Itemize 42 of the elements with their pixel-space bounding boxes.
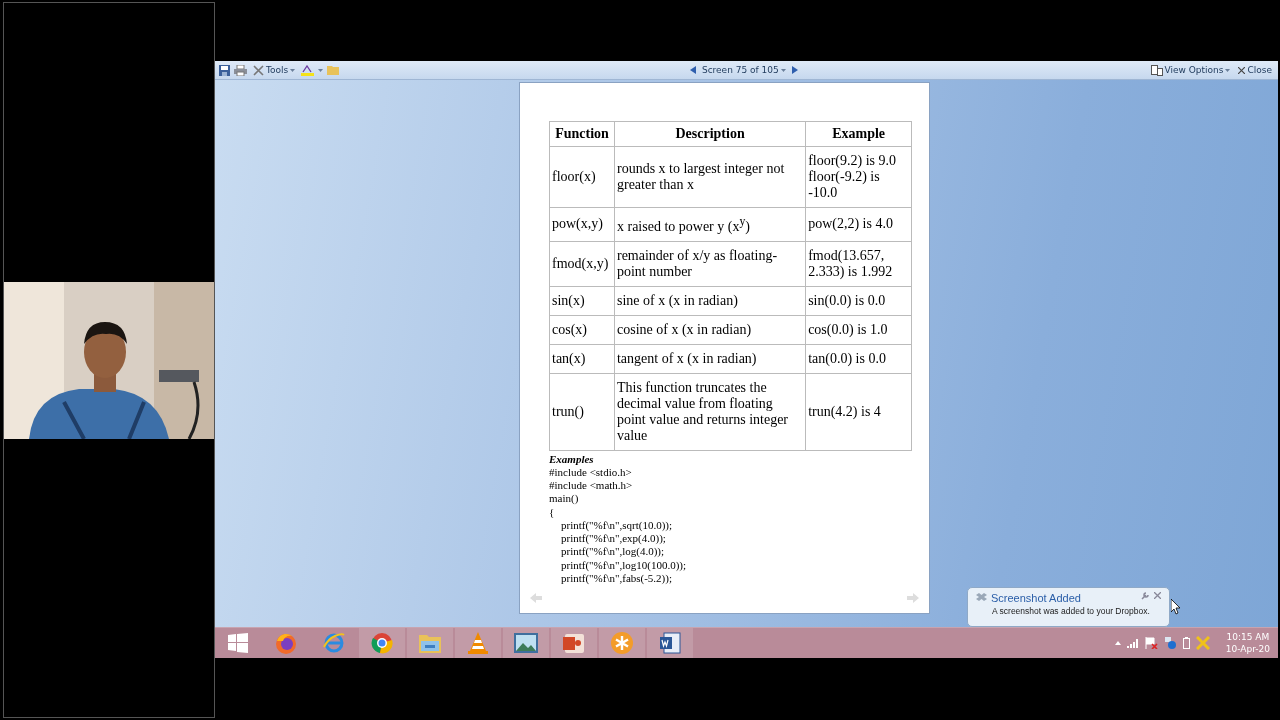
table-cell: floor(x): [549, 146, 615, 208]
table-cell: remainder of x/y as floating-point number: [614, 241, 806, 287]
clock-time: 10:15 AM: [1226, 631, 1270, 643]
close-button[interactable]: Close: [1236, 62, 1274, 78]
column-header: Example: [805, 121, 912, 147]
table-cell: x raised to power y (x$^{y}$): [614, 207, 806, 242]
table-cell: floor(9.2) is 9.0 floor(-9.2) is -10.0: [805, 146, 912, 208]
code-line: printf("%f\n",fabs(-5.2));: [561, 572, 672, 585]
table-cell: rounds x to largest integer not greater than x: [614, 146, 806, 208]
code-line: printf("%f\n",log10(100.0));: [561, 558, 687, 571]
examples-heading: Examples: [549, 452, 595, 466]
table-cell: cosine of x (x in radian): [614, 315, 806, 345]
table-cell: cos(0.0) is 1.0: [805, 315, 912, 345]
table-cell: This function truncates the decimal value from floating point value and returns integer value: [614, 373, 806, 451]
code-line: #include <math.h>: [549, 478, 633, 491]
view-options-button[interactable]: View Options: [1148, 62, 1233, 78]
table-cell: trun(): [549, 373, 615, 451]
notification-title: Screenshot Added: [976, 591, 1081, 605]
notification-message: A screenshot was added to your Dropbox.: [991, 605, 1150, 617]
table-cell: trun(4.2) is 4: [805, 373, 912, 451]
table-cell: sin(0.0) is 0.0: [805, 286, 912, 316]
table-cell: cos(x): [549, 315, 615, 345]
table-cell: pow(x,y): [549, 207, 615, 242]
table-cell: sin(x): [549, 286, 615, 316]
code-line: printf("%f\n",exp(4.0));: [561, 532, 666, 545]
table-cell: fmod(13.657, 2.333) is 1.992: [805, 241, 912, 287]
table-cell: fmod(x,y): [549, 241, 615, 287]
table-cell: pow(2,2) is 4.0: [805, 207, 912, 242]
screen-navigator-button[interactable]: Screen 75 of 105: [699, 62, 788, 78]
column-header: Description: [614, 121, 806, 147]
table-cell: tan(x): [549, 344, 615, 374]
clock-date: 10-Apr-20: [1225, 643, 1270, 655]
tools-menu-button[interactable]: Tools: [251, 62, 298, 78]
table-cell: tangent of x (x in radian): [614, 344, 806, 374]
code-line: printf("%f\n",log(4.0));: [561, 545, 665, 558]
code-line: printf("%f\n",sqrt(10.0));: [561, 518, 672, 531]
column-header: Function: [549, 121, 615, 147]
code-line: main(): [549, 492, 579, 505]
table-cell: sine of x (x in radian): [614, 286, 806, 316]
table-cell: tan(0.0) is 0.0: [805, 344, 912, 374]
code-line: #include <stdio.h>: [549, 465, 632, 478]
code-line: {: [549, 505, 555, 518]
